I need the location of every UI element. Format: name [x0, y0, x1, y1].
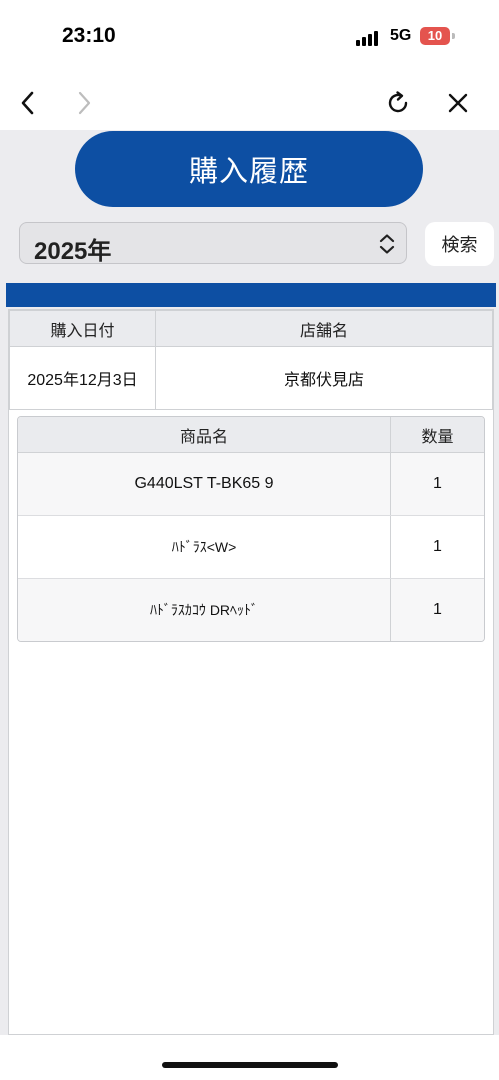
- page-title: 購入履歴: [75, 131, 423, 207]
- items-table-container: 商品名 数量 G440LST T-BK65 9 1 ﾊﾄﾞﾗｽ<W> 1 ﾊﾄﾞ…: [17, 416, 485, 642]
- purchase-date: 2025年12月3日: [9, 346, 156, 410]
- close-button[interactable]: [438, 75, 478, 130]
- product-name: ﾊﾄﾞﾗｽ<W>: [18, 515, 391, 579]
- chevron-right-icon: [78, 91, 91, 114]
- chevron-updown-icon: [379, 234, 395, 254]
- year-select-value: 2025年: [34, 238, 112, 265]
- forward-button[interactable]: [64, 75, 104, 130]
- purchase-panel: 購入日付 店舗名 2025年12月3日 京都伏見店 商品名 数量 G440LST…: [8, 309, 494, 1035]
- battery-tip: [452, 33, 455, 39]
- network-type: 5G: [390, 27, 412, 44]
- close-icon: [448, 93, 468, 112]
- section-header-bar: [6, 283, 496, 307]
- year-select[interactable]: 2025年: [19, 222, 407, 265]
- quantity: 1: [390, 452, 484, 516]
- page-content: 購入履歴 2025年 検索 購入日付 店舗名 2025年12月3日 京都伏見店 …: [0, 130, 499, 1035]
- table-row: ﾊﾄﾞﾗｽ<W> 1: [18, 515, 484, 579]
- header-purchase-date: 購入日付: [9, 310, 156, 347]
- purchase-table: 購入日付 店舗名 2025年12月3日 京都伏見店: [9, 310, 493, 410]
- header-quantity: 数量: [390, 417, 484, 453]
- reload-icon: [388, 90, 408, 112]
- items-header-row: 商品名 数量: [18, 417, 484, 453]
- header-store-name: 店舗名: [155, 310, 493, 347]
- purchase-row: 2025年12月3日 京都伏見店: [9, 346, 493, 410]
- reload-button[interactable]: [378, 75, 418, 130]
- store-name: 京都伏見店: [155, 346, 493, 410]
- table-row: G440LST T-BK65 9 1: [18, 452, 484, 516]
- table-row: ﾊﾄﾞﾗｽｶｺｳ DRﾍｯﾄﾞ 1: [18, 578, 484, 641]
- status-time: 23:10: [62, 24, 116, 47]
- search-button[interactable]: 検索: [425, 222, 494, 266]
- product-name: ﾊﾄﾞﾗｽｶｺｳ DRﾍｯﾄﾞ: [18, 578, 391, 641]
- browser-toolbar: [0, 75, 499, 130]
- header-product-name: 商品名: [18, 417, 391, 453]
- quantity: 1: [390, 515, 484, 579]
- signal-icon: [356, 30, 384, 46]
- battery-icon: 10: [420, 27, 450, 45]
- quantity: 1: [390, 578, 484, 641]
- product-name: G440LST T-BK65 9: [18, 452, 391, 516]
- back-button[interactable]: [8, 75, 48, 130]
- status-bar: 23:10 5G 10: [0, 0, 499, 75]
- battery-level: 10: [427, 28, 443, 43]
- purchase-header-row: 購入日付 店舗名: [9, 310, 493, 347]
- home-indicator[interactable]: [162, 1062, 338, 1068]
- bottom-bar: [0, 1035, 499, 1080]
- chevron-left-icon: [21, 91, 34, 114]
- items-table: 商品名 数量 G440LST T-BK65 9 1 ﾊﾄﾞﾗｽ<W> 1 ﾊﾄﾞ…: [18, 417, 484, 641]
